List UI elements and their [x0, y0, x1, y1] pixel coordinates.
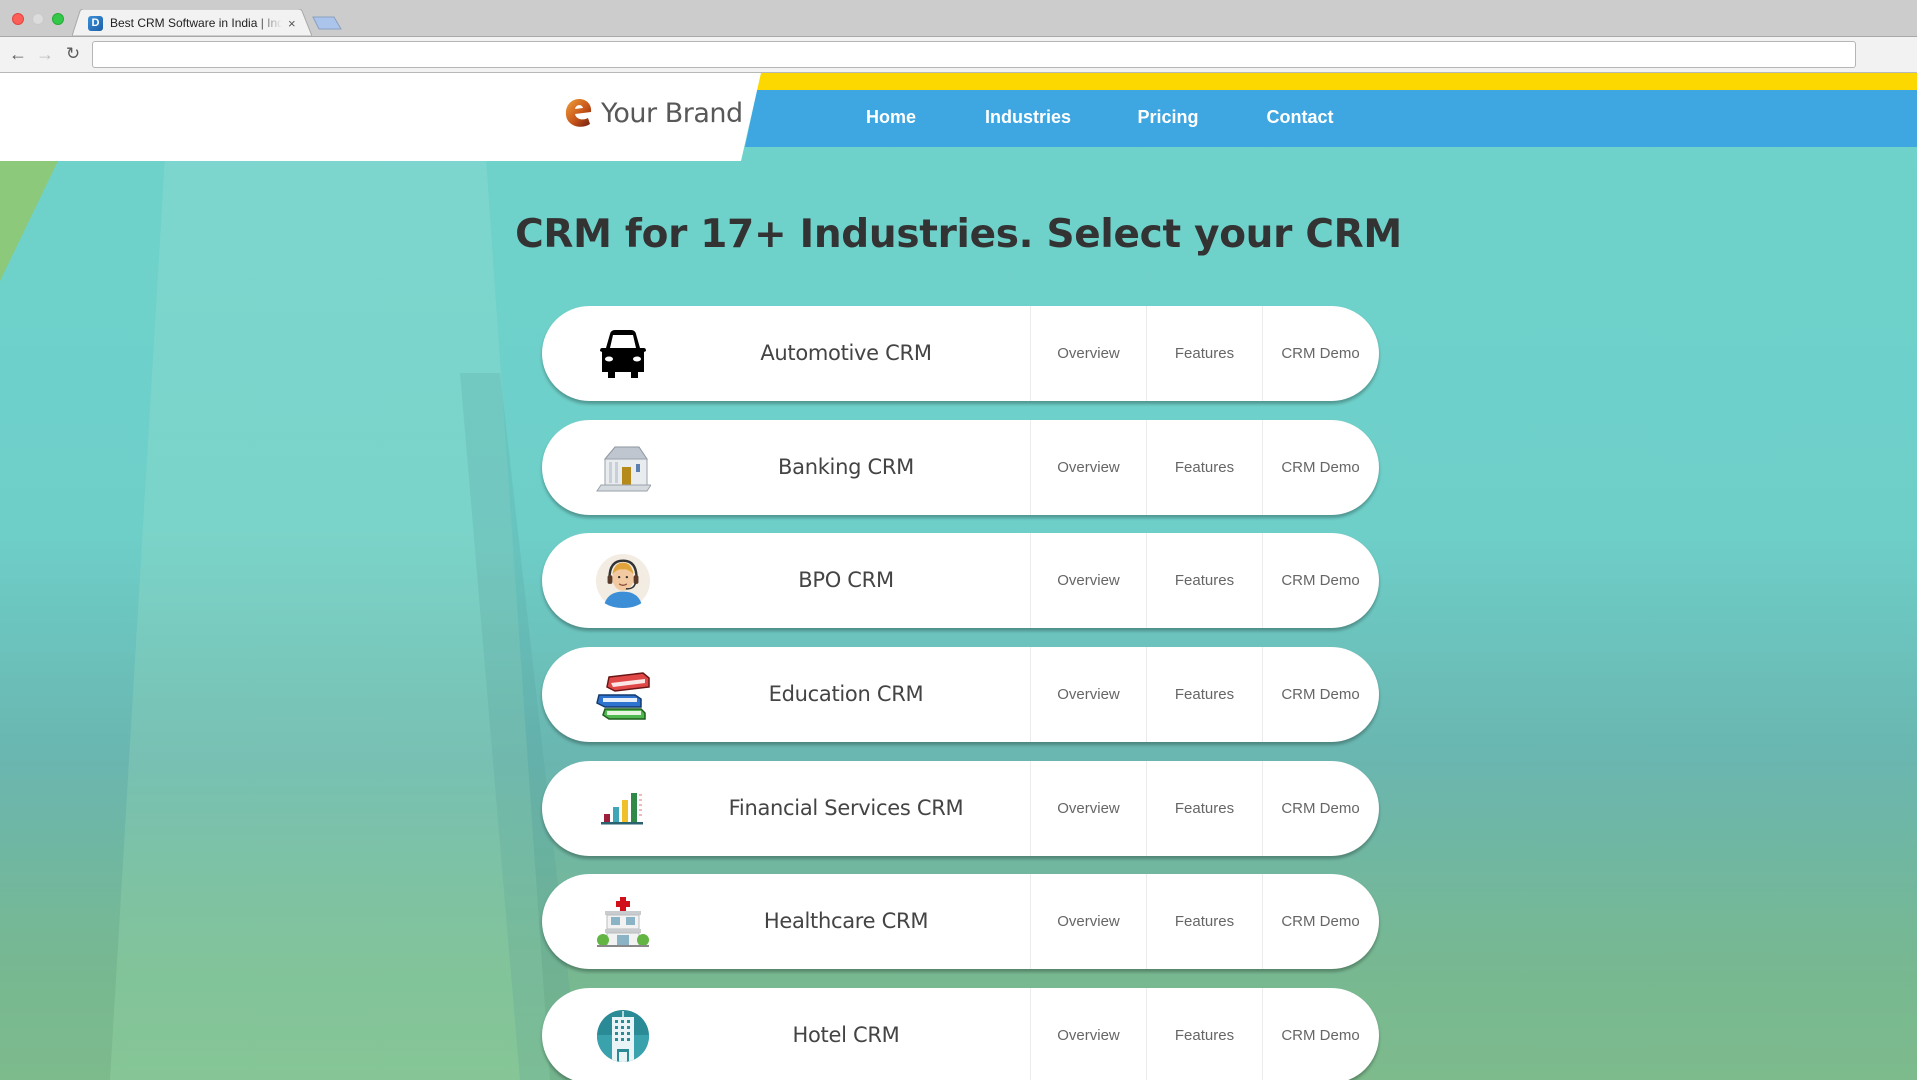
browser-tab-strip: D Best CRM Software in India | Industry … — [0, 0, 1917, 36]
overview-link[interactable]: Overview — [1030, 761, 1146, 856]
industry-name[interactable]: Financial Services CRM — [672, 761, 1020, 856]
bar-chart-icon — [595, 781, 651, 837]
industry-name[interactable]: Automotive CRM — [672, 306, 1020, 401]
crm-demo-link[interactable]: CRM Demo — [1262, 306, 1378, 401]
industry-row-hotel: Hotel CRM Overview Features CRM Demo — [542, 988, 1379, 1080]
tab-close-icon[interactable]: × — [288, 16, 296, 31]
overview-link[interactable]: Overview — [1030, 420, 1146, 515]
nav-contact[interactable]: Contact — [1267, 107, 1334, 128]
nav-home[interactable]: Home — [866, 107, 916, 128]
industry-name[interactable]: BPO CRM — [672, 533, 1020, 628]
features-link[interactable]: Features — [1146, 306, 1262, 401]
books-icon — [595, 667, 651, 723]
call-agent-icon — [595, 553, 651, 609]
crm-demo-link[interactable]: CRM Demo — [1262, 874, 1378, 969]
nav-industries[interactable]: Industries — [985, 107, 1071, 128]
crm-demo-link[interactable]: CRM Demo — [1262, 647, 1378, 742]
features-link[interactable]: Features — [1146, 533, 1262, 628]
crm-demo-link[interactable]: CRM Demo — [1262, 420, 1378, 515]
overview-link[interactable]: Overview — [1030, 647, 1146, 742]
features-link[interactable]: Features — [1146, 874, 1262, 969]
overview-link[interactable]: Overview — [1030, 533, 1146, 628]
features-link[interactable]: Features — [1146, 988, 1262, 1080]
industry-name[interactable]: Hotel CRM — [672, 988, 1020, 1080]
forward-arrow-icon[interactable]: → — [34, 43, 56, 65]
features-link[interactable]: Features — [1146, 647, 1262, 742]
tab-title: Best CRM Software in India | Industry CR… — [110, 16, 282, 30]
window-close-button[interactable] — [12, 13, 24, 25]
brand-logo-icon — [565, 99, 592, 127]
overview-link[interactable]: Overview — [1030, 306, 1146, 401]
overview-link[interactable]: Overview — [1030, 874, 1146, 969]
industry-row-automotive: Automotive CRM Overview Features CRM Dem… — [542, 306, 1379, 401]
window-minimize-button[interactable] — [32, 13, 44, 25]
hospital-icon — [595, 894, 651, 950]
industry-name[interactable]: Healthcare CRM — [672, 874, 1020, 969]
site-favicon-icon: D — [88, 15, 103, 31]
industry-name[interactable]: Banking CRM — [672, 420, 1020, 515]
crm-demo-link[interactable]: CRM Demo — [1262, 988, 1378, 1080]
industry-row-financial-services: Financial Services CRM Overview Features… — [542, 761, 1379, 856]
crm-demo-link[interactable]: CRM Demo — [1262, 761, 1378, 856]
bank-icon — [595, 440, 651, 496]
overview-link[interactable]: Overview — [1030, 988, 1146, 1080]
address-bar[interactable] — [92, 41, 1856, 68]
web-page: Your Brand Home Industries Pricing Conta… — [0, 73, 1917, 1080]
window-maximize-button[interactable] — [52, 13, 64, 25]
industry-name[interactable]: Education CRM — [672, 647, 1020, 742]
active-tab[interactable]: D Best CRM Software in India | Industry … — [88, 14, 298, 32]
reload-icon[interactable]: ↻ — [62, 43, 84, 65]
features-link[interactable]: Features — [1146, 761, 1262, 856]
nav-pricing[interactable]: Pricing — [1137, 107, 1198, 128]
new-tab-button[interactable] — [312, 16, 342, 30]
brand-name: Your Brand — [601, 97, 743, 129]
header-accent-stripe — [757, 73, 1917, 90]
crm-demo-link[interactable]: CRM Demo — [1262, 533, 1378, 628]
features-link[interactable]: Features — [1146, 420, 1262, 515]
industry-row-banking: Banking CRM Overview Features CRM Demo — [542, 420, 1379, 515]
industry-row-bpo: BPO CRM Overview Features CRM Demo — [542, 533, 1379, 628]
browser-toolbar: ← → ↻ — [0, 36, 1917, 73]
back-arrow-icon[interactable]: ← — [7, 43, 29, 65]
page-title: CRM for 17+ Industries. Select your CRM — [515, 212, 1402, 257]
car-icon — [595, 326, 651, 382]
brand-logo[interactable]: Your Brand — [563, 96, 743, 130]
industry-row-education: Education CRM Overview Features CRM Demo — [542, 647, 1379, 742]
hotel-icon — [595, 1008, 651, 1064]
industry-row-healthcare: Healthcare CRM Overview Features CRM Dem… — [542, 874, 1379, 969]
